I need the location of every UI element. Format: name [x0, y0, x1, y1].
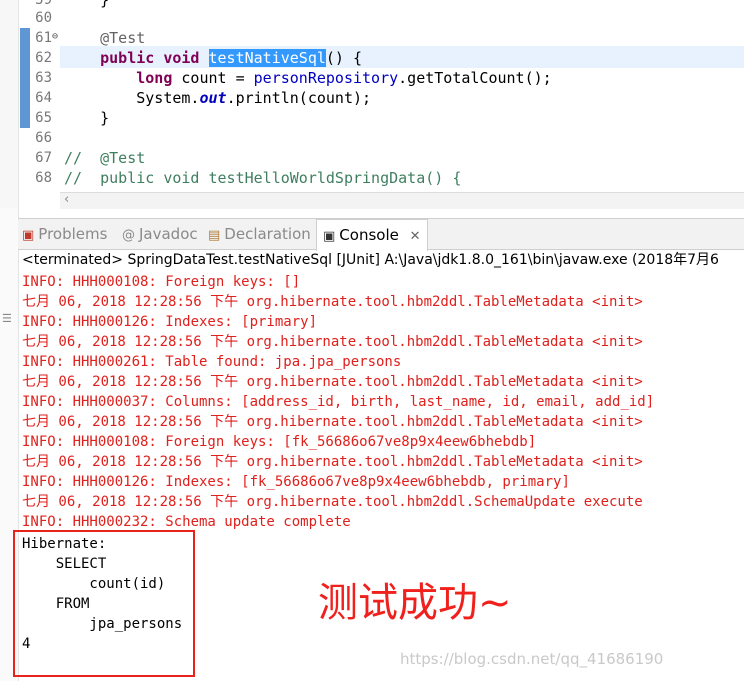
code-line: }: [64, 109, 110, 127]
code-line: }: [64, 0, 110, 9]
comment-line: // public void testHelloWorldSpringData(…: [64, 169, 462, 187]
tab-label: Problems: [38, 225, 108, 243]
highlight-box: [13, 530, 195, 677]
view-tab-bar: ▣ Problems @ Javadoc ▤ Declaration ▣ Console…: [18, 218, 744, 251]
console-line: 七月 06, 2018 12:28:56 下午 org.hibernate.to…: [22, 494, 643, 510]
keyword: long: [136, 69, 182, 87]
tab-label: Declaration: [224, 225, 311, 243]
minimize-icon[interactable]: ☰: [2, 312, 12, 325]
console-line: INFO: HHH000126: Indexes: [fk_56686o67ve…: [22, 474, 570, 490]
line-number: 60: [35, 10, 52, 26]
scroll-left-arrow-icon[interactable]: ‹: [64, 192, 69, 207]
console-output[interactable]: INFO: HHH000108: Foreign keys: [] 七月 06,…: [22, 272, 744, 532]
console-line: INFO: HHH000108: Foreign keys: []: [22, 274, 301, 290]
code-text: System.: [64, 89, 200, 107]
line-number: 67: [35, 150, 52, 166]
field-reference: personRepository: [253, 69, 399, 87]
console-line: INFO: HHH000108: Foreign keys: [fk_56686…: [22, 434, 537, 450]
line-number: 64: [35, 90, 52, 106]
console-line: 七月 06, 2018 12:28:56 下午 org.hibernate.to…: [22, 374, 643, 390]
line-number: 68: [35, 170, 52, 186]
fold-collapse-icon[interactable]: ⊖: [52, 31, 58, 42]
line-number: 66: [35, 130, 52, 146]
console-icon: ▣: [323, 229, 336, 244]
editor-ruler: [0, 0, 19, 210]
console-status-line: <terminated> SpringDataTest.testNativeSq…: [22, 252, 719, 268]
code-editor[interactable]: ⊖ 59 60 61 62 63 64 65 66 67 68 } @Test …: [0, 0, 744, 210]
console-line: INFO: HHH000037: Columns: [address_id, b…: [22, 394, 655, 410]
line-number: 61: [35, 30, 52, 46]
success-annotation: 测试成功~: [318, 580, 512, 626]
code-line: @Test: [64, 29, 146, 47]
close-icon[interactable]: ✕: [410, 229, 421, 244]
problems-icon: ▣: [22, 228, 35, 243]
code-line: long count = personRepository.getTotalCo…: [64, 68, 552, 88]
code-line: System.out.println(count);: [64, 88, 371, 108]
keyword: public void: [100, 49, 209, 67]
console-line: INFO: HHH000126: Indexes: [primary]: [22, 314, 318, 330]
code-text: count =: [181, 69, 254, 87]
watermark: https://blog.csdn.net/qq_41686190: [400, 650, 664, 668]
tab-declaration[interactable]: ▤ Declaration: [208, 219, 311, 249]
static-field-reference: out: [199, 89, 227, 107]
declaration-icon: ▤: [208, 228, 221, 243]
line-number: 63: [35, 70, 52, 86]
code-text: .println(count);: [226, 89, 372, 107]
console-line: 七月 06, 2018 12:28:56 下午 org.hibernate.to…: [22, 334, 643, 350]
javadoc-icon: @: [122, 228, 135, 243]
selected-method-name[interactable]: testNativeSql: [208, 49, 326, 67]
code-text: () {: [325, 49, 363, 67]
tab-label: Javadoc: [139, 225, 198, 243]
code-text: .getTotalCount();: [398, 69, 552, 87]
line-number: 62: [35, 50, 52, 66]
tab-javadoc[interactable]: @ Javadoc: [122, 219, 198, 249]
horizontal-scrollbar[interactable]: [60, 192, 744, 209]
comment-line: // @Test: [64, 149, 146, 167]
console-line: INFO: HHH000232: Schema update complete: [22, 514, 351, 530]
console-line: 七月 06, 2018 12:28:56 下午 org.hibernate.to…: [22, 294, 643, 310]
console-line: 七月 06, 2018 12:28:56 下午 org.hibernate.to…: [22, 454, 643, 470]
console-line: 七月 06, 2018 12:28:56 下午 org.hibernate.to…: [22, 414, 643, 430]
tab-console[interactable]: ▣ Console ✕: [316, 219, 428, 251]
code-line: public void testNativeSql() {: [64, 48, 362, 68]
tab-problems[interactable]: ▣ Problems: [22, 219, 107, 249]
console-line: INFO: HHH000261: Table found: jpa.jpa_pe…: [22, 354, 402, 370]
tab-label: Console: [339, 226, 399, 244]
line-number: 65: [35, 110, 52, 126]
